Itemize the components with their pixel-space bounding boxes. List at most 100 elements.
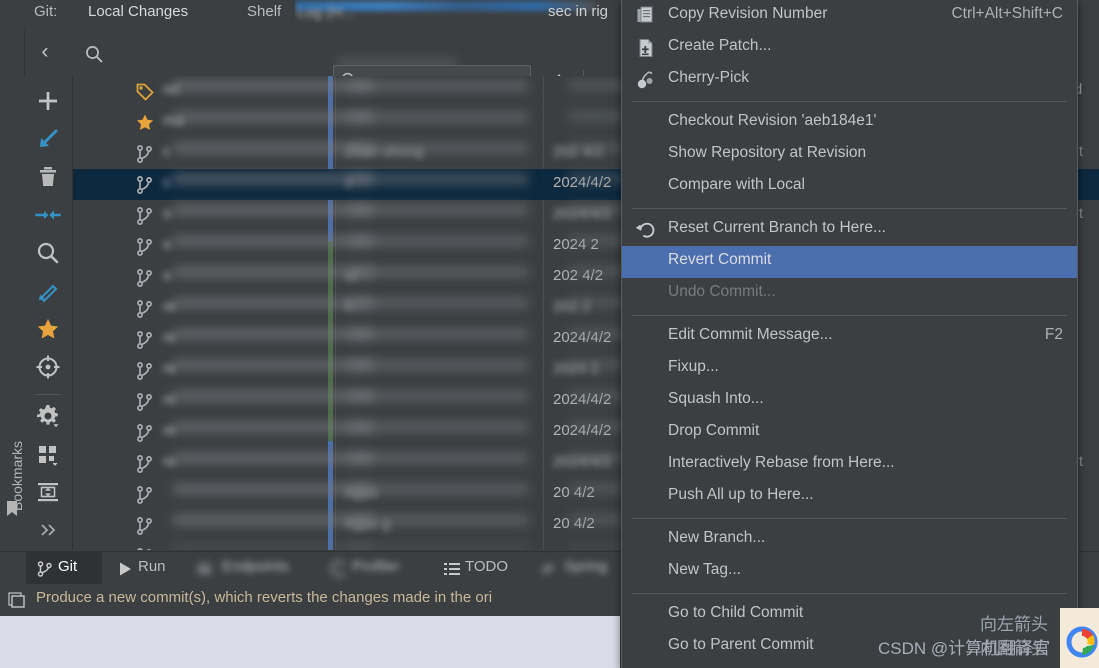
menu-item-label: Show Repository at Revision [668, 144, 867, 161]
layout-icon[interactable] [35, 441, 61, 467]
menu-separator [632, 101, 1067, 102]
menu-item[interactable]: Fixup... [622, 353, 1077, 385]
menu-item-label: Go to Child Commit [668, 604, 804, 621]
menu-item-label: New Tag... [668, 561, 741, 578]
git-log-action-rail [24, 76, 73, 550]
menu-item-label: Edit Commit Message... [668, 326, 833, 343]
git-icon [36, 560, 54, 578]
top-right-hint: sec in rig [548, 3, 609, 20]
tab-shelf[interactable]: Shelf [247, 3, 281, 20]
cherry-icon [636, 70, 656, 90]
menu-item[interactable]: Interactively Rebase from Here... [622, 449, 1077, 481]
menu-item[interactable]: New Tag... [622, 556, 1077, 588]
add-icon[interactable] [35, 88, 61, 114]
commit-subject: c [163, 143, 171, 160]
commit-subject: o [163, 267, 172, 284]
star-icon[interactable] [35, 316, 61, 342]
menu-item[interactable]: Copy Revision Number Ctrl+Alt+Shift+C [622, 0, 1077, 32]
menu-item-label: Push All up to Here... [668, 486, 814, 503]
menu-item[interactable]: Reset Current Branch to Here... [622, 214, 1077, 246]
profiler-icon [330, 560, 348, 578]
menu-item-shortcut: Ctrl+Alt+Shift+C [951, 5, 1063, 22]
reset-icon [635, 220, 656, 240]
back-button[interactable]: ‹ [34, 41, 56, 64]
tool-window-git[interactable]: Git [58, 558, 77, 580]
tag-icon [135, 82, 155, 102]
branch-icon [135, 299, 155, 319]
branch-icon [135, 423, 155, 443]
trash-icon[interactable] [35, 164, 61, 190]
tool-window-profiler[interactable]: Profiler [352, 558, 400, 580]
context-menu-items: Copy Revision Number Ctrl+Alt+Shift+C Crea… [622, 0, 1077, 663]
menu-item[interactable]: Checkout Revision 'aeb184e1' [622, 107, 1077, 139]
editor-light-area [0, 616, 620, 668]
branch-icon [135, 547, 155, 550]
menu-item-label: Checkout Revision 'aeb184e1' [668, 112, 877, 129]
menu-item[interactable]: Revert Commit [622, 246, 1077, 278]
menu-item[interactable]: Drop Commit [622, 417, 1077, 449]
gear-icon[interactable] [35, 403, 61, 429]
bookmarks-side-strip[interactable]: Bookmarks [0, 30, 25, 550]
ide-window: Git: Local Changes Shelf Log (H... sec i… [0, 0, 1099, 668]
menu-item[interactable]: Go to Parent Commit [622, 631, 1077, 663]
branch-icon [135, 330, 155, 350]
menu-separator [632, 518, 1067, 519]
expand-collapse-icon[interactable] [35, 479, 61, 505]
menu-separator [632, 208, 1067, 209]
todo-icon [443, 560, 461, 578]
commit-context-menu[interactable]: Copy Revision Number Ctrl+Alt+Shift+C Crea… [621, 0, 1078, 668]
run-icon [116, 560, 134, 578]
menu-item[interactable]: Push All up to Here... [622, 481, 1077, 513]
menu-item[interactable]: Show Repository at Revision [622, 139, 1077, 171]
window-icon[interactable] [8, 591, 26, 609]
tab-local-changes[interactable]: Local Changes [88, 3, 188, 20]
target-icon[interactable] [35, 354, 61, 380]
checkout-icon[interactable] [35, 126, 61, 152]
search-icon[interactable] [84, 44, 104, 64]
branch-icon [135, 206, 155, 226]
menu-separator [632, 315, 1067, 316]
menu-item[interactable]: Create Patch... [622, 32, 1077, 64]
merge-icon[interactable] [35, 202, 61, 228]
menu-item[interactable]: Compare with Local [622, 171, 1077, 203]
copy-icon [636, 6, 656, 26]
rail-divider [34, 394, 62, 395]
branch-icon [135, 516, 155, 536]
tool-window-todo[interactable]: TODO [465, 558, 508, 580]
branch-icon [135, 237, 155, 257]
menu-item-label: Create Patch... [668, 37, 772, 54]
menu-item-label: Copy Revision Number [668, 5, 828, 22]
commit-subject: o [163, 236, 172, 253]
patch-icon [636, 38, 656, 58]
menu-item[interactable]: Cherry-Pick [622, 64, 1077, 96]
branch-icon [135, 361, 155, 381]
branch-icon [135, 175, 155, 195]
tool-window-run[interactable]: Run [138, 558, 166, 580]
spring-icon [540, 560, 558, 578]
status-bar-hint: Produce a new commit(s), which reverts t… [36, 589, 493, 606]
branch-icon [135, 454, 155, 474]
branch-icon [135, 268, 155, 288]
menu-item[interactable]: New Branch... [622, 524, 1077, 556]
bookmark-icon [5, 500, 19, 518]
endpoints-icon [196, 560, 214, 578]
tab-git[interactable]: Git: [34, 3, 57, 20]
menu-item-label: Revert Commit [668, 251, 772, 268]
tab-log-label: Log (H... [297, 4, 355, 21]
tool-window-spring[interactable]: Spring [564, 558, 607, 580]
search-icon[interactable] [35, 240, 61, 266]
commit-subject: c [163, 174, 171, 191]
menu-item-shortcut: F2 [1044, 326, 1063, 343]
menu-item: Undo Commit... [622, 278, 1077, 310]
tool-window-endpoints[interactable]: Endpoints [222, 558, 289, 580]
menu-item-label: Go to Parent Commit [668, 636, 814, 653]
rebase-icon[interactable] [35, 278, 61, 304]
more-icon[interactable] [35, 517, 61, 543]
star-icon [135, 113, 155, 133]
branch-icon [135, 144, 155, 164]
menu-item-label: Fixup... [668, 358, 719, 375]
menu-item[interactable]: Go to Child Commit [622, 599, 1077, 631]
menu-item[interactable]: Edit Commit Message... F2 [622, 321, 1077, 353]
menu-item[interactable]: Squash Into... [622, 385, 1077, 417]
menu-item-label: Undo Commit... [668, 283, 776, 300]
